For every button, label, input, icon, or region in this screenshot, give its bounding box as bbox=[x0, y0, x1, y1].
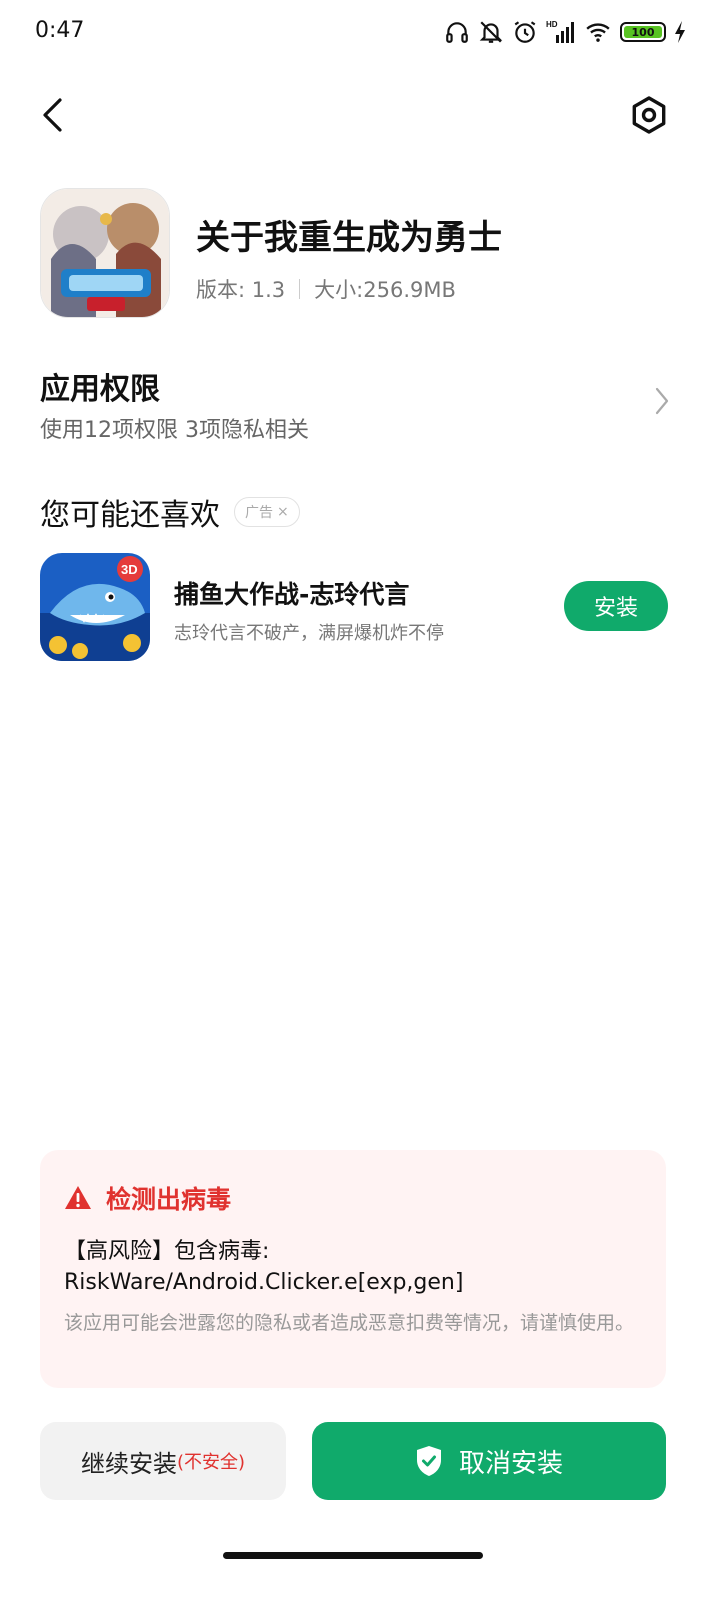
continue-install-button[interactable]: 继续安装 (不安全) bbox=[40, 1422, 286, 1500]
recommend-app-desc: 志玲代言不破产，满屏爆机炸不停 bbox=[174, 623, 444, 644]
recommend-item[interactable]: 3D 捕鱼大作战-志玲代言 志玲代言不破产，满屏爆机炸不停 安装 bbox=[40, 553, 668, 663]
close-icon: × bbox=[277, 504, 289, 520]
back-icon bbox=[43, 98, 62, 132]
charging-icon bbox=[675, 21, 685, 43]
app-header: 关于我重生成为勇士 版本: 1.3 大小:256.9MB bbox=[40, 188, 680, 320]
shield-check-icon bbox=[416, 1446, 441, 1476]
battery-level: 100 bbox=[631, 25, 655, 39]
app-meta: 版本: 1.3 大小:256.9MB bbox=[196, 274, 456, 304]
cancel-install-label: 取消安装 bbox=[458, 1448, 563, 1479]
virus-warning-header: 检测出病毒 bbox=[64, 1180, 231, 1216]
chevron-right-icon bbox=[655, 387, 669, 415]
recommend-app-icon: 3D bbox=[40, 553, 150, 661]
battery-icon: 100 bbox=[620, 22, 666, 42]
wifi-icon bbox=[586, 23, 610, 42]
app-title: 关于我重生成为勇士 bbox=[196, 218, 502, 258]
recommend-title: 您可能还喜欢 bbox=[40, 498, 220, 533]
recommend-app-name: 捕鱼大作战-志玲代言 bbox=[174, 580, 410, 609]
unsafe-label: (不安全) bbox=[176, 1452, 246, 1473]
continue-install-label: 继续安装 bbox=[80, 1449, 177, 1478]
svg-text:HD: HD bbox=[546, 20, 558, 29]
bell-off-icon bbox=[479, 21, 503, 43]
status-time: 0:47 bbox=[35, 18, 85, 43]
permissions-title: 应用权限 bbox=[40, 372, 160, 407]
warning-icon bbox=[65, 1186, 91, 1209]
top-nav bbox=[0, 80, 720, 150]
virus-note: 该应用可能会泄露您的隐私或者造成恶意扣费等情况，请谨慎使用。 bbox=[64, 1312, 635, 1334]
meta-divider bbox=[299, 279, 301, 299]
virus-detail: 【高风险】包含病毒: RiskWare/Android.Clicker.e[ex… bbox=[64, 1239, 464, 1295]
recommend-header: 您可能还喜欢 广告 × bbox=[40, 490, 300, 534]
settings-button[interactable] bbox=[626, 92, 672, 138]
status-icons: HD 100 bbox=[444, 18, 686, 46]
app-version: 版本: 1.3 bbox=[196, 278, 286, 302]
ad-badge[interactable]: 广告 × bbox=[234, 497, 300, 527]
alarm-icon bbox=[514, 21, 536, 43]
ad-label: 广告 bbox=[245, 505, 273, 521]
app-icon bbox=[40, 188, 170, 318]
virus-title: 检测出病毒 bbox=[106, 1185, 232, 1214]
virus-warning-card: 检测出病毒 【高风险】包含病毒: RiskWare/Android.Clicke… bbox=[40, 1150, 666, 1388]
permissions-subtitle: 使用12项权限 3项隐私相关 bbox=[40, 418, 309, 443]
signal-icon: HD bbox=[546, 20, 574, 43]
back-button[interactable] bbox=[30, 90, 74, 140]
settings-icon bbox=[632, 96, 666, 134]
home-indicator[interactable] bbox=[223, 1552, 483, 1559]
app-permissions-row[interactable]: 应用权限 使用12项权限 3项隐私相关 bbox=[40, 364, 680, 448]
install-button[interactable]: 安装 bbox=[564, 581, 668, 631]
status-bar: 0:47 HD 100 bbox=[0, 0, 720, 64]
headphones-icon bbox=[446, 22, 468, 43]
app-size: 大小:256.9MB bbox=[314, 278, 456, 302]
icon-badge: 3D bbox=[121, 562, 138, 577]
cancel-install-button[interactable]: 取消安装 bbox=[312, 1422, 666, 1500]
